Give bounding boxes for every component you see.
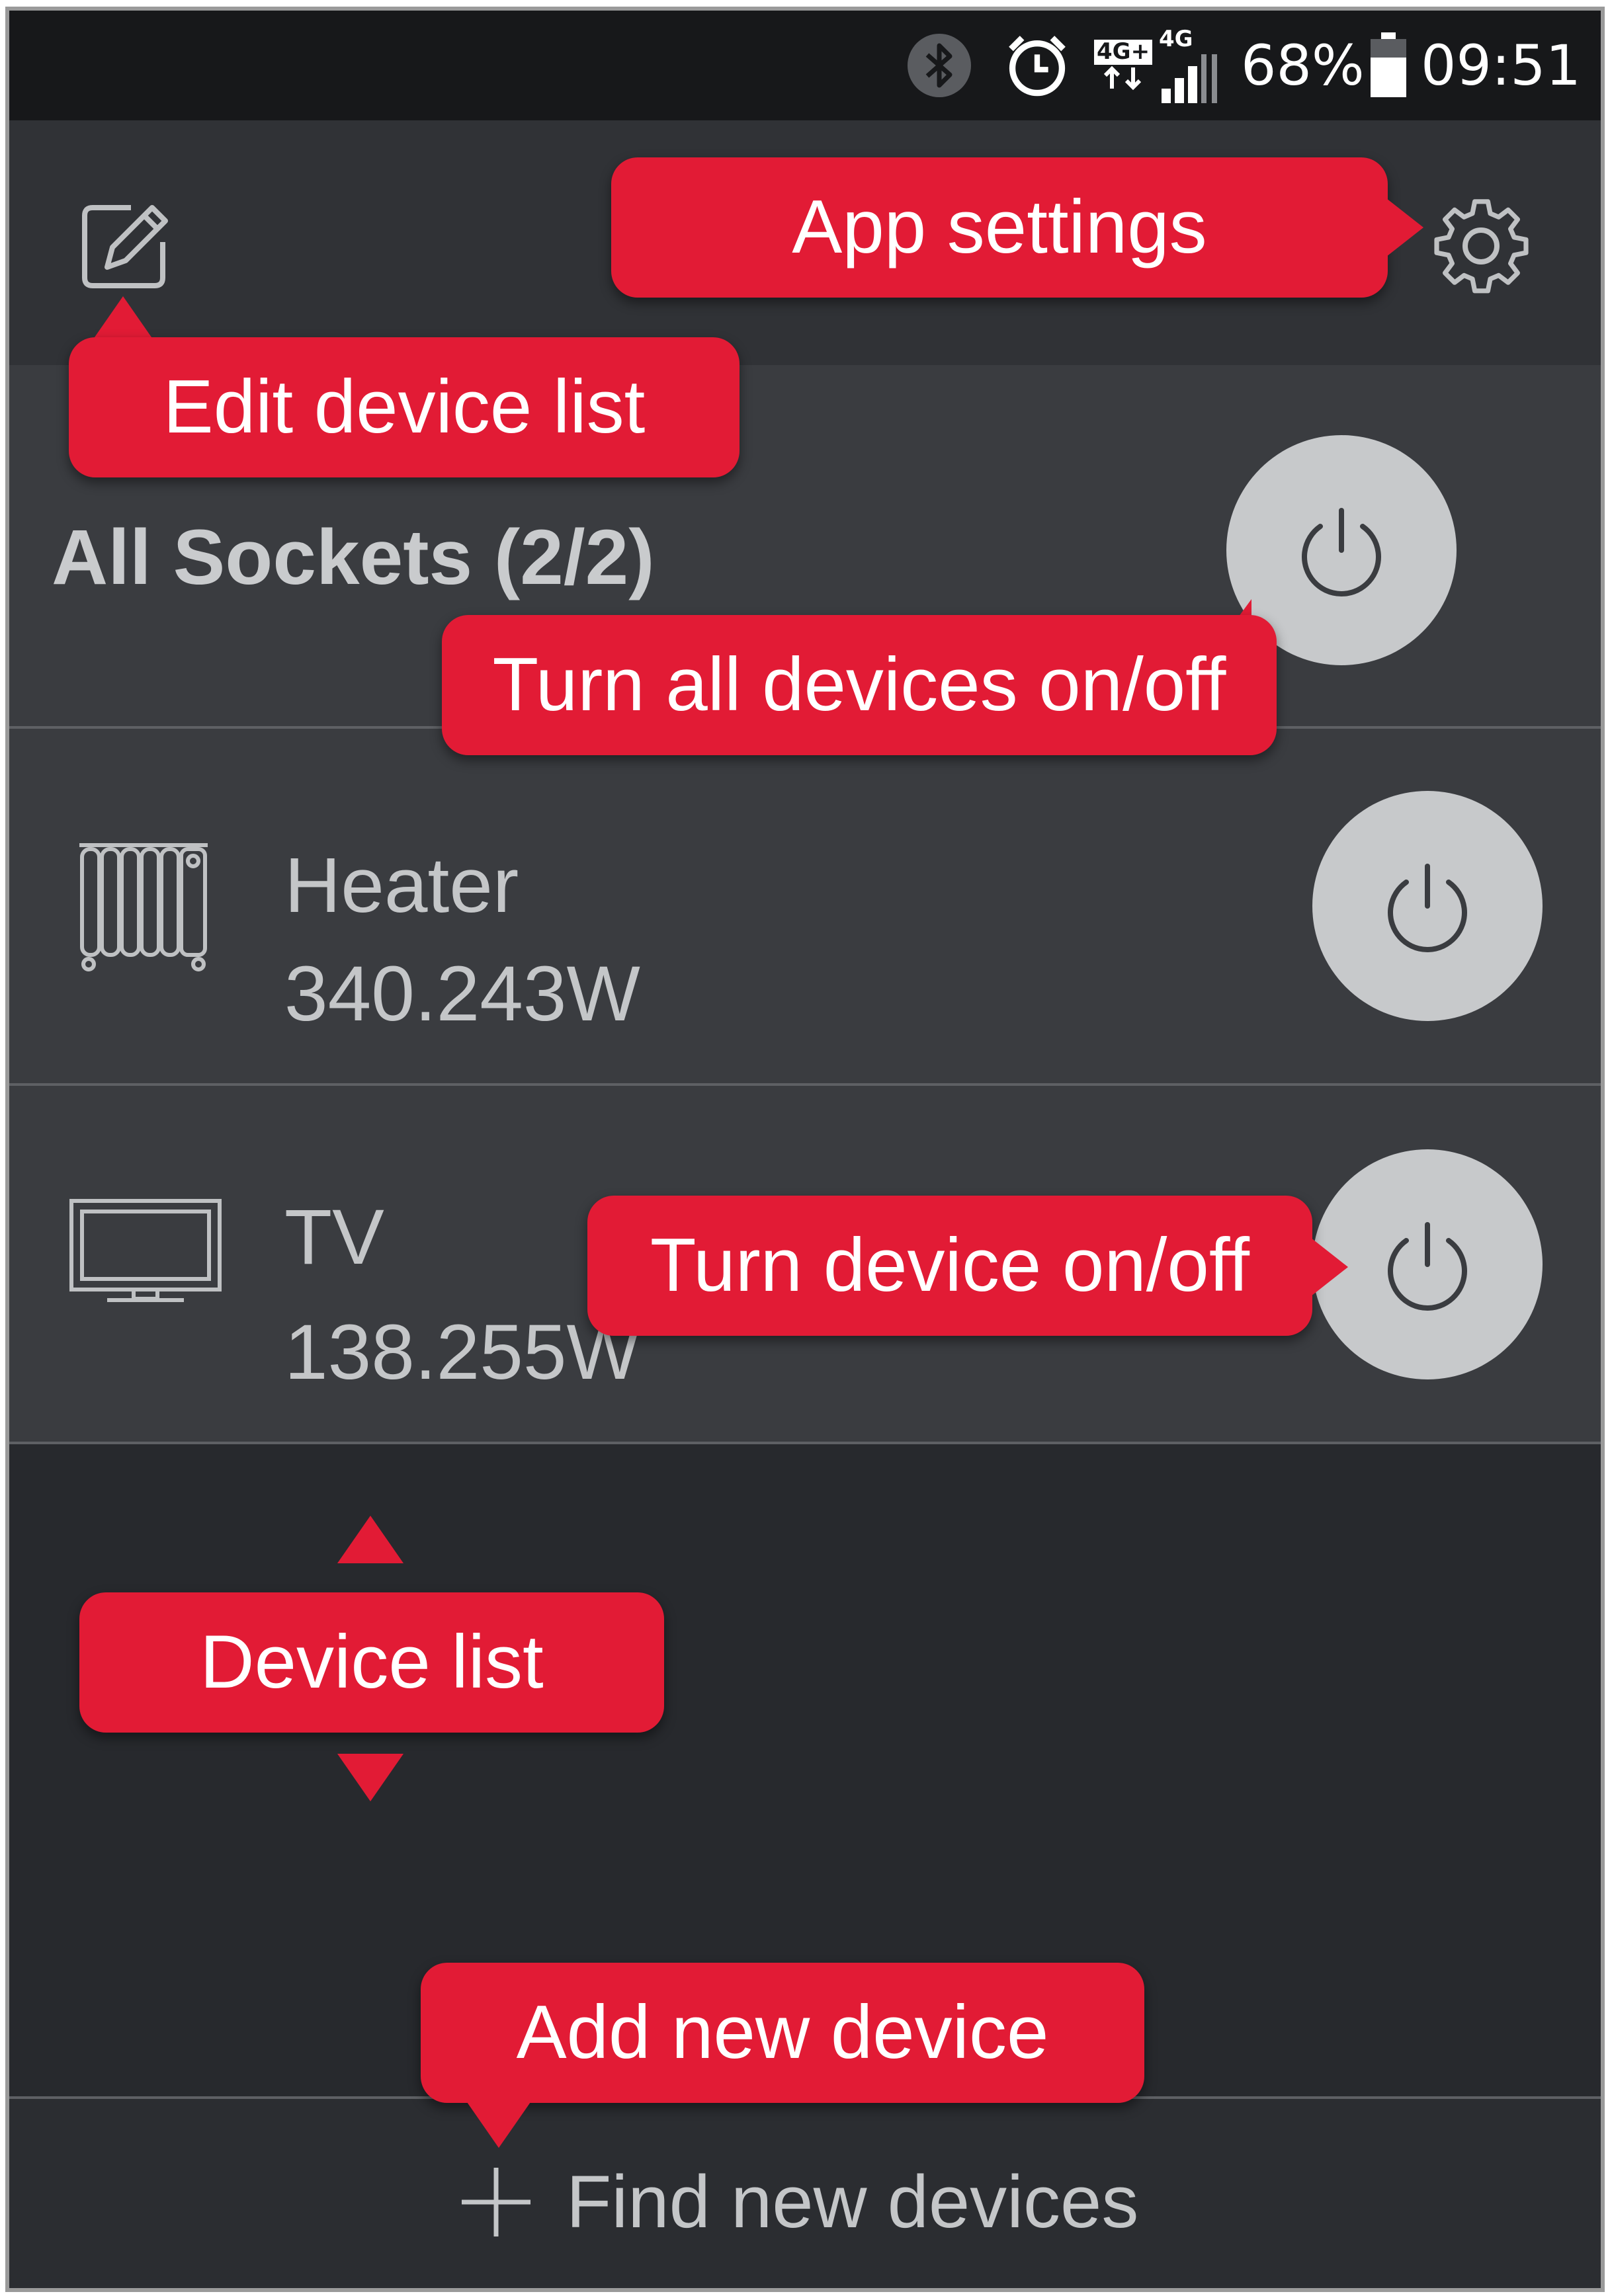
network-label-left: 4G+ — [1094, 39, 1153, 65]
footer-bar: Find new devices — [9, 2096, 1601, 2288]
callout-edit-device-list: Edit device list — [69, 337, 740, 477]
callout-turn-device: Turn device on/off — [587, 1196, 1312, 1336]
power-icon — [1388, 864, 1467, 952]
callout-turn-all-devices: Turn all devices on/off — [442, 615, 1277, 755]
row-divider — [9, 1442, 1601, 1444]
device-power: 138.255W — [284, 1309, 640, 1396]
app-settings-button[interactable] — [1431, 198, 1531, 298]
device-name: Heater — [284, 842, 519, 929]
4g-signal-icon: 4G — [1159, 11, 1225, 120]
radiator-icon — [75, 836, 214, 978]
battery-percent: 68% — [1241, 33, 1365, 98]
callout-arrow — [337, 1754, 403, 1801]
find-new-devices-label: Find new devices — [566, 2160, 1139, 2243]
alarm-icon — [1003, 11, 1072, 120]
callout-add-new-device: Add new device — [421, 1963, 1144, 2103]
network-label-right: 4G — [1159, 26, 1193, 52]
phone-screen: 4G+ 4G 68% 09:51 All Sockets (2/2) Heate… — [5, 7, 1605, 2292]
callout-arrow — [337, 1516, 403, 1563]
edit-device-list-button[interactable] — [78, 196, 177, 295]
callout-arrow — [466, 2100, 532, 2148]
plus-icon — [462, 2168, 530, 2236]
device-name: TV — [284, 1194, 384, 1281]
tv-icon — [67, 1197, 226, 1313]
power-icon — [1388, 1222, 1467, 1311]
device-row-heater[interactable]: Heater 340.243W — [9, 729, 1601, 1083]
all-sockets-title: All Sockets (2/2) — [52, 514, 655, 601]
find-new-devices-button[interactable]: Find new devices — [459, 2149, 1138, 2255]
callout-device-list: Device list — [79, 1592, 664, 1733]
gear-icon — [1434, 199, 1529, 294]
callout-arrow — [1311, 1238, 1348, 1296]
4g-plus-data-icon: 4G+ — [1094, 11, 1153, 120]
bluetooth-icon — [906, 11, 972, 120]
status-bar: 4G+ 4G 68% 09:51 — [9, 11, 1601, 120]
callout-app-settings: App settings — [611, 157, 1388, 298]
battery-icon — [1369, 11, 1408, 120]
device-power: 340.243W — [284, 950, 640, 1038]
power-icon — [1302, 508, 1381, 596]
callout-arrow — [1386, 198, 1423, 257]
clock: 09:51 — [1421, 33, 1582, 98]
edit-icon — [82, 205, 168, 288]
heater-power-button[interactable] — [1312, 791, 1543, 1021]
